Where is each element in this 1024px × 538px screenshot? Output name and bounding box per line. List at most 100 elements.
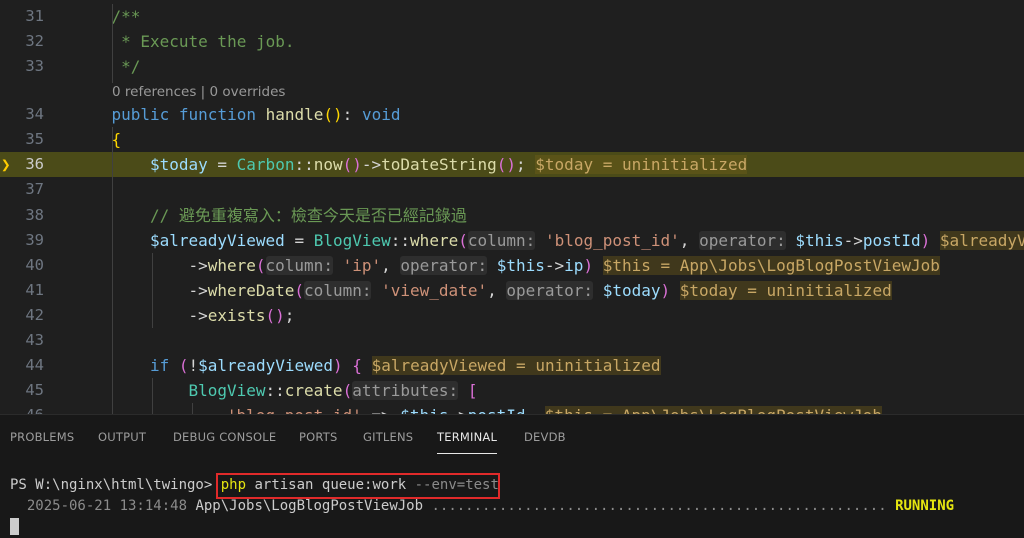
code-token: if	[149, 356, 170, 375]
parameter-hint: operator:	[699, 231, 786, 250]
code-token: */	[111, 57, 141, 76]
code-token: $today	[149, 155, 208, 174]
code-token: $this	[496, 256, 545, 275]
code-token: handle	[265, 105, 324, 124]
code-line[interactable]: 37	[0, 177, 1024, 202]
code-token: =	[284, 231, 314, 250]
code-editor[interactable]: 0 references | 0 overrides 31 /** 32 * Exe…	[0, 0, 1024, 414]
line-number: 33	[25, 57, 44, 75]
code-token: ->	[188, 306, 208, 325]
code-line[interactable]: 42 ->exists();	[0, 303, 1024, 328]
command-highlight-box	[216, 473, 500, 499]
code-token: )	[333, 356, 343, 375]
code-token: public	[111, 105, 170, 124]
code-token: ::	[294, 155, 314, 174]
code-token: 'blog_post_id'	[227, 406, 362, 414]
tab-debug-console[interactable]: DEBUG CONSOLE	[173, 430, 276, 444]
code-line[interactable]: 35{	[0, 127, 1024, 152]
code-token: BlogView	[313, 231, 391, 250]
code-line[interactable]: 34 public function handle(): void	[0, 102, 1024, 127]
code-text: BlogView::create(attributes: [	[188, 378, 477, 403]
code-token: :	[342, 105, 362, 124]
parameter-hint: column:	[467, 231, 536, 250]
indent-guide	[112, 127, 113, 414]
code-line[interactable]: 43	[0, 328, 1024, 353]
tab-output[interactable]: OUTPUT	[98, 430, 146, 444]
code-token: where	[207, 256, 256, 275]
line-number: 32	[25, 32, 44, 50]
code-line[interactable]: 44 if (!$alreadyViewed) { $alreadyViewed …	[0, 353, 1024, 378]
code-token: 'view_date'	[381, 281, 488, 300]
inline-debug-value: $alreadyViewed = uninitialized	[939, 231, 1024, 250]
code-token: {	[352, 356, 362, 375]
code-token: [	[467, 381, 478, 400]
tab-terminal[interactable]: TERMINAL	[437, 430, 497, 444]
code-token: ->	[361, 155, 382, 174]
code-token: !	[188, 356, 199, 375]
code-token: postId	[468, 406, 526, 414]
code-text: ->whereDate(column: 'view_date', operato…	[188, 278, 892, 303]
code-line[interactable]: 31 /**	[0, 4, 1024, 29]
code-token: ()	[496, 155, 517, 174]
indent-guide	[152, 378, 153, 414]
code-token: // 避免重複寫入：檢查今天是否已經記錄過	[149, 206, 467, 225]
code-line[interactable]: 41 ->whereDate(column: 'view_date', opera…	[0, 278, 1024, 303]
code-text: if (!$alreadyViewed) { $alreadyViewed = …	[150, 353, 661, 378]
code-text: ->exists();	[188, 303, 294, 328]
code-line[interactable]: 40 ->where(column: 'ip', operator: $this-…	[0, 253, 1024, 278]
code-text: public function handle(): void	[111, 102, 400, 127]
code-token: where	[410, 231, 459, 250]
code-token: (	[458, 231, 468, 250]
bottom-panel: PROBLEMS OUTPUT DEBUG CONSOLE PORTS GITL…	[0, 414, 1024, 538]
code-token: * Execute the job.	[111, 32, 295, 51]
codelens-references[interactable]: 0 references | 0 overrides	[112, 82, 285, 102]
line-number: 34	[25, 105, 44, 123]
code-line[interactable]: 45 BlogView::create(attributes: [	[0, 378, 1024, 403]
code-token: ()	[323, 105, 343, 124]
parameter-hint: attributes:	[352, 381, 459, 400]
line-number: 45	[25, 381, 44, 399]
code-token: (	[255, 256, 266, 275]
tab-ports[interactable]: PORTS	[299, 430, 337, 444]
code-text: */	[111, 54, 140, 79]
code-line[interactable]: 32 * Execute the job.	[0, 29, 1024, 54]
tab-problems[interactable]: PROBLEMS	[10, 430, 74, 444]
line-number: 37	[25, 180, 44, 198]
log-job-name: App\Jobs\LogBlogPostViewJob	[195, 498, 424, 514]
code-token: whereDate	[207, 281, 295, 300]
line-number: 35	[25, 130, 44, 148]
debug-current-line-arrow-icon: ❯	[1, 155, 11, 174]
code-line[interactable]: 38 // 避免重複寫入：檢查今天是否已經記錄過	[0, 203, 1024, 228]
tab-gitlens[interactable]: GITLENS	[363, 430, 413, 444]
code-text: ->where(column: 'ip', operator: $this->i…	[188, 253, 940, 278]
code-token: ip	[564, 256, 584, 275]
code-token: $alreadyViewed	[198, 356, 333, 375]
code-token: ;	[284, 306, 295, 325]
line-number: 42	[25, 306, 44, 324]
line-number: 46	[0, 403, 44, 414]
code-text: /**	[111, 4, 140, 29]
code-token: ;	[516, 155, 536, 174]
code-line[interactable]: 36 ❯ $today = Carbon::now()->toDateString(…	[0, 152, 1024, 177]
tab-devdb[interactable]: DEVDB	[524, 430, 566, 444]
code-line[interactable]: 33 */	[0, 54, 1024, 79]
terminal-cursor	[10, 518, 19, 535]
code-line[interactable]: 39 $alreadyViewed = BlogView::where(colum…	[0, 228, 1024, 253]
code-token: now	[313, 155, 343, 174]
code-token: $this	[400, 406, 448, 414]
inline-debug-value: $today = uninitialized	[535, 155, 748, 174]
terminal-prompt: PS W:\nginx\html\twingo>	[10, 477, 213, 493]
parameter-hint: column:	[304, 281, 372, 300]
code-text: 'blog_post_id' => $this->postId, $this =…	[227, 403, 882, 414]
code-token: (	[178, 356, 189, 375]
code-line[interactable]: 46 'blog_post_id' => $this->postId, $this…	[0, 403, 1024, 414]
code-text: $today = Carbon::now()->toDateString(); …	[149, 152, 748, 177]
